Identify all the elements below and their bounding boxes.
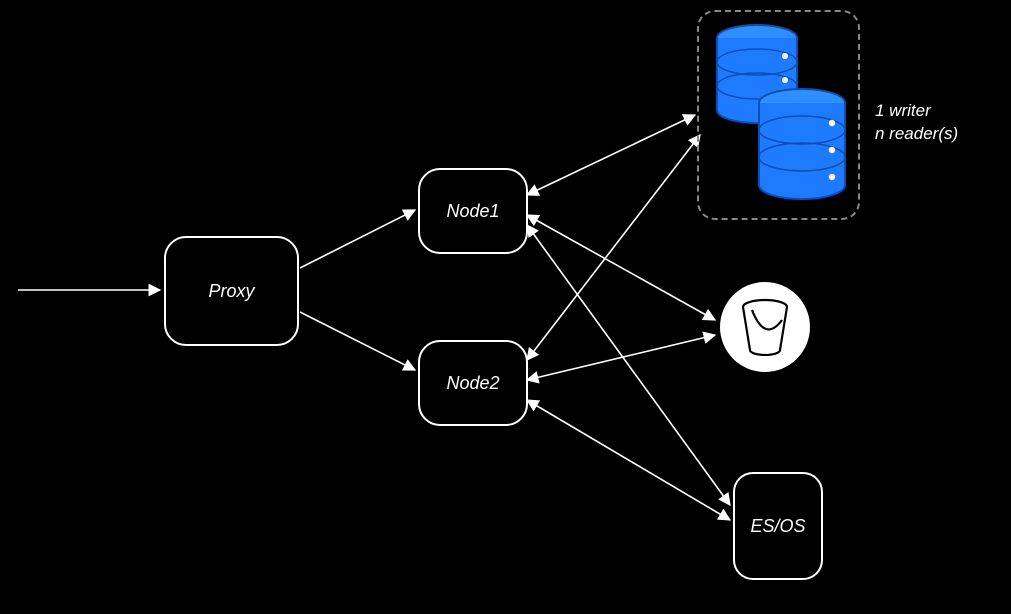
esos-label: ES/OS [750,516,805,537]
proxy-label: Proxy [208,281,254,302]
node2-box: Node2 [418,340,528,426]
node1-label: Node1 [446,201,499,222]
bucket-icon [739,298,791,356]
database-cluster-label: 1 writer n reader(s) [875,100,995,146]
db-writer-text: 1 writer [875,101,931,120]
database-icon [707,20,852,215]
db-reader-text: n reader(s) [875,124,958,143]
storage-bucket [720,282,810,372]
node2-label: Node2 [446,373,499,394]
proxy-box: Proxy [164,236,299,346]
esos-box: ES/OS [733,472,823,580]
node1-box: Node1 [418,168,528,254]
